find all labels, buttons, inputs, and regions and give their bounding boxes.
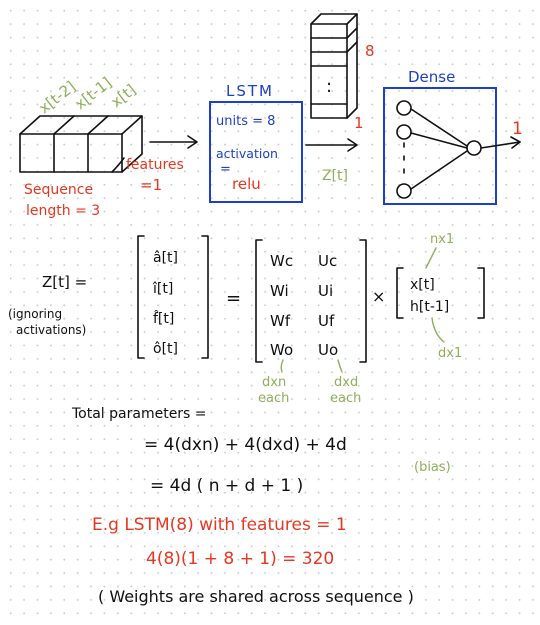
weight-uo: Uo bbox=[318, 341, 338, 359]
annotation-dx1: dx1 bbox=[438, 346, 462, 361]
dense-output-value: 1 bbox=[512, 119, 523, 139]
dense-network bbox=[396, 100, 482, 199]
sequence-box bbox=[19, 115, 143, 173]
output-cube-size: 8 bbox=[365, 42, 375, 60]
weight-uc: Uc bbox=[318, 252, 337, 270]
totals-title: Total parameters = bbox=[71, 406, 207, 422]
lstm-units: units = 8 bbox=[216, 114, 275, 129]
lstm-activation-eq: = bbox=[220, 162, 231, 177]
weight-wc: Wc bbox=[270, 252, 293, 270]
timestep-label-2: x[t-1] bbox=[71, 73, 115, 113]
footer-note: ( Weights are shared across sequence ) bbox=[98, 587, 414, 606]
weight-ui: Ui bbox=[318, 282, 333, 300]
ignoring-line2: activations) bbox=[16, 323, 86, 337]
totals-bias: (bias) bbox=[414, 460, 451, 475]
weights-bracket-left bbox=[255, 239, 263, 363]
annotation-each1: each bbox=[258, 391, 289, 406]
annotation-nx1: nx1 bbox=[430, 232, 454, 247]
diagram-canvas: x[t-2] x[t-1] x[t] features =1 Sequence … bbox=[8, 13, 523, 606]
lstm-activation-label: activation bbox=[216, 146, 278, 161]
z-label: Z[t] bbox=[322, 168, 348, 184]
vector-x: x[t] bbox=[410, 277, 435, 293]
dxn-pointer bbox=[280, 359, 284, 373]
vector-bracket-left bbox=[396, 267, 404, 319]
totals-line1: = 4(dxn) + 4(dxd) + 4d bbox=[144, 435, 347, 455]
dx1-pointer bbox=[431, 317, 445, 343]
output-cube-dots: : bbox=[326, 76, 332, 97]
nx1-pointer bbox=[425, 247, 437, 269]
sequence-label: Sequence bbox=[24, 182, 93, 198]
equation-lhs: Z[t] = bbox=[42, 273, 87, 291]
equation-equals: = bbox=[226, 288, 241, 309]
annotation-dxd: dxd bbox=[334, 375, 358, 390]
weight-wo: Wo bbox=[270, 341, 293, 359]
vector-bracket-right bbox=[477, 267, 485, 319]
weights-bracket-right bbox=[359, 239, 367, 363]
annotation-dxn: dxn bbox=[262, 375, 286, 390]
features-value: =1 bbox=[140, 176, 162, 194]
dense-title: Dense bbox=[408, 68, 455, 86]
arrow-to-lstm-icon bbox=[149, 135, 198, 149]
arrow-to-dense-icon bbox=[305, 138, 358, 152]
gate-f: f̂[t] bbox=[153, 310, 174, 327]
totals-line2: = 4d ( n + d + 1 ) bbox=[150, 476, 303, 496]
example-line1: E.g LSTM(8) with features = 1 bbox=[92, 515, 347, 535]
output-cube bbox=[310, 13, 358, 119]
features-label: features bbox=[126, 157, 184, 173]
gate-bracket-right bbox=[201, 235, 209, 359]
weight-wi: Wi bbox=[270, 282, 289, 300]
gate-bracket-left bbox=[137, 235, 145, 359]
dense-box bbox=[383, 87, 497, 205]
weight-uf: Uf bbox=[318, 312, 335, 330]
lstm-title: LSTM bbox=[226, 82, 274, 100]
ignoring-line1: (ignoring bbox=[8, 307, 62, 321]
equation-times: × bbox=[372, 287, 385, 306]
dxd-pointer bbox=[337, 359, 343, 373]
weight-wf: Wf bbox=[270, 312, 291, 330]
vector-h: h[t-1] bbox=[410, 299, 449, 315]
gate-a: â[t] bbox=[153, 250, 178, 266]
sequence-length-label: length = 3 bbox=[26, 203, 100, 219]
lstm-activation-value: relu bbox=[232, 175, 261, 193]
example-line2: 4(8)(1 + 8 + 1) = 320 bbox=[146, 549, 334, 569]
annotation-each2: each bbox=[330, 391, 361, 406]
gate-i: î[t] bbox=[152, 281, 173, 297]
output-cube-depth: 1 bbox=[354, 114, 364, 132]
gate-o: ô[t] bbox=[153, 341, 178, 357]
